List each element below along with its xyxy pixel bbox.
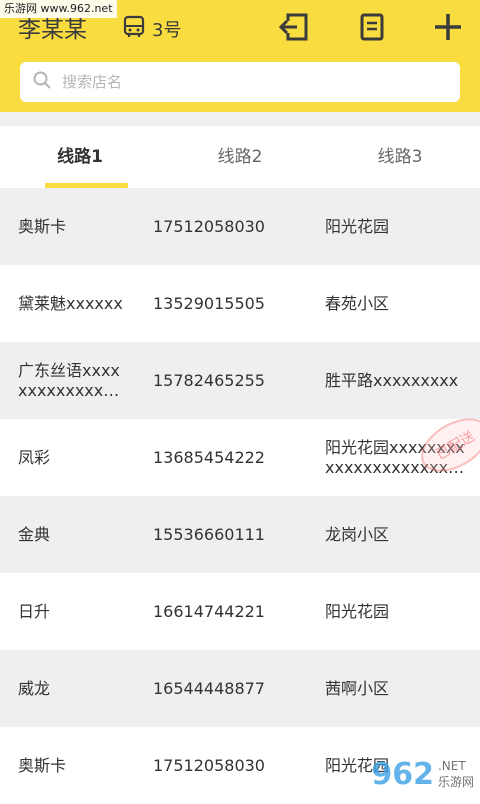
- shop-name: 广东丝语xxxxxxxxxxxxxxx…: [18, 360, 120, 400]
- watermark-top: 乐游网 www.962.net: [0, 0, 117, 18]
- exit-icon[interactable]: [278, 11, 310, 43]
- shop-phone: 13685454222: [153, 447, 265, 467]
- shop-name: 奥斯卡: [18, 216, 67, 236]
- route-tabs: 线路1 线路2 线路3: [0, 126, 480, 188]
- header-gap: [0, 112, 480, 126]
- shop-address: 胜平路xxxxxxxxx: [325, 370, 459, 390]
- tab-route-2[interactable]: 线路2: [160, 126, 320, 188]
- shop-address: 阳光花园: [325, 216, 390, 236]
- watermark-domain: .NET: [437, 759, 466, 773]
- list-item[interactable]: 凤彩 13685454222 阳光花园xxxxxxxxxxxxxxxxxxxxx…: [0, 407, 480, 496]
- bus-info: 3号: [122, 15, 181, 43]
- search-input[interactable]: [60, 72, 444, 92]
- list-item[interactable]: 金典 15536660111 龙岗小区: [0, 496, 480, 573]
- tab-label: 线路3: [377, 147, 423, 167]
- add-icon[interactable]: [432, 11, 464, 43]
- shop-address: 春苑小区: [325, 293, 390, 313]
- shop-list: 奥斯卡 17512058030 阳光花园 黛莱魅xxxxxx 135290155…: [0, 188, 480, 804]
- bus-number: 3号: [152, 20, 182, 41]
- tab-label: 线路1: [57, 147, 103, 167]
- document-icon[interactable]: [356, 11, 388, 43]
- list-item[interactable]: 黛莱魅xxxxxx 13529015505 春苑小区: [0, 265, 480, 342]
- shop-name: 威龙: [18, 678, 51, 698]
- shop-phone: 16544448877: [153, 678, 265, 698]
- shop-name: 奥斯卡: [18, 755, 67, 775]
- shop-name: 凤彩: [18, 447, 51, 467]
- list-item[interactable]: 威龙 16544448877 茜啊小区: [0, 650, 480, 727]
- list-item[interactable]: 奥斯卡 17512058030 阳光花园: [0, 188, 480, 265]
- shop-phone: 17512058030: [153, 216, 265, 236]
- tab-label: 线路2: [217, 147, 263, 167]
- shop-phone: 16614744221: [153, 601, 265, 621]
- shop-address: 龙岗小区: [325, 524, 390, 544]
- watermark-site: 乐游网: [437, 775, 474, 789]
- shop-address: 茜啊小区: [325, 678, 390, 698]
- watermark-bottom: 962 .NET 乐游网: [324, 752, 474, 796]
- tab-route-3[interactable]: 线路3: [320, 126, 480, 188]
- shop-phone: 17512058030: [153, 755, 265, 775]
- list-item[interactable]: 日升 16614744221 阳光花园: [0, 573, 480, 650]
- shop-address: 阳光花园: [325, 601, 390, 621]
- watermark-logo: 962: [371, 756, 434, 792]
- shop-name: 金典: [18, 524, 51, 544]
- list-item[interactable]: 广东丝语xxxxxxxxxxxxxxx… 15782465255 胜平路xxxx…: [0, 342, 480, 419]
- shop-phone: 13529015505: [153, 293, 265, 313]
- shop-name: 黛莱魅xxxxxx: [18, 293, 123, 313]
- shop-phone: 15536660111: [153, 524, 265, 544]
- search-bar[interactable]: [20, 62, 460, 102]
- bus-icon: [122, 15, 146, 43]
- shop-phone: 15782465255: [153, 370, 265, 390]
- shop-name: 日升: [18, 601, 51, 621]
- watermark-text: .NET 乐游网: [438, 758, 474, 790]
- tab-route-1[interactable]: 线路1: [0, 126, 160, 188]
- search-icon: [20, 70, 52, 94]
